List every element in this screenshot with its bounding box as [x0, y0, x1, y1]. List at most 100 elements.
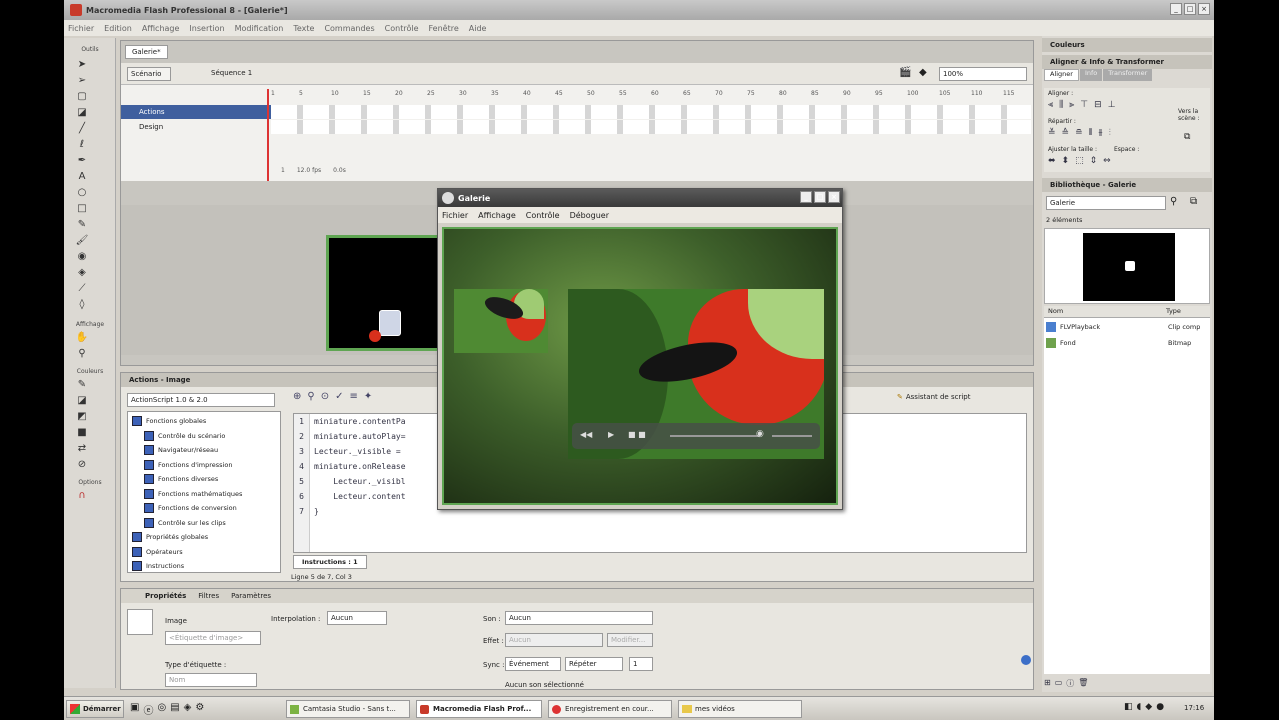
start-button[interactable]: Démarrer: [66, 700, 124, 718]
frames-row-actions[interactable]: [271, 105, 1031, 119]
space-horizontal-icon[interactable]: ⇔: [1103, 156, 1111, 166]
eraser-tool-icon[interactable]: ◊: [74, 297, 90, 313]
tray-volume-icon[interactable]: ◖: [1137, 702, 1142, 712]
find-icon[interactable]: ⚲: [307, 391, 314, 402]
debug-options-icon[interactable]: ✦: [364, 391, 372, 402]
tree-item[interactable]: Instructions: [132, 559, 276, 574]
default-colors-icon[interactable]: ◩: [74, 409, 90, 425]
distribute-left-icon[interactable]: ⫴: [1089, 128, 1093, 138]
menu-insertion[interactable]: Insertion: [189, 24, 224, 33]
frame-label-input[interactable]: <Étiquette d'image>: [165, 631, 261, 645]
match-width-icon[interactable]: ⬌: [1048, 156, 1056, 166]
actionscript-version-select[interactable]: ActionScript 1.0 & 2.0: [127, 393, 275, 407]
free-transform-tool-icon[interactable]: ▢: [74, 89, 90, 105]
scene-breadcrumb[interactable]: Séquence 1: [211, 69, 252, 77]
distribute-right-icon[interactable]: ⫶: [1109, 128, 1111, 138]
volume-slider[interactable]: [772, 435, 812, 437]
label-type-select[interactable]: Nom: [165, 673, 257, 687]
rewind-icon[interactable]: ◀◀: [580, 430, 592, 439]
eyedropper-tool-icon[interactable]: ⟋: [74, 281, 90, 297]
distribute-bottom-icon[interactable]: ≘: [1075, 128, 1083, 138]
menu-commandes[interactable]: Commandes: [324, 24, 374, 33]
auto-format-icon[interactable]: ≡: [350, 391, 358, 402]
help-icon[interactable]: [1021, 655, 1031, 665]
quicklaunch-explorer-icon[interactable]: ▤: [170, 702, 179, 717]
check-syntax-icon[interactable]: ✓: [335, 391, 343, 402]
align-bottom-icon[interactable]: ⊥: [1108, 100, 1116, 110]
target-path-icon[interactable]: ⊙: [321, 391, 329, 402]
align-vcenter-icon[interactable]: ⊟: [1094, 100, 1102, 110]
tab-filters[interactable]: Filtres: [198, 592, 219, 600]
player-close-button[interactable]: ×: [828, 191, 840, 203]
tab-parameters[interactable]: Paramètres: [231, 592, 271, 600]
layer-actions[interactable]: Actions: [121, 105, 271, 119]
tray-network-icon[interactable]: ◧: [1124, 702, 1133, 712]
task-camtasia[interactable]: Camtasia Studio - Sans t...: [286, 700, 410, 718]
zoom-tool-icon[interactable]: ⚲: [74, 346, 90, 362]
snap-magnet-icon[interactable]: ∩: [74, 488, 90, 504]
distribute-top-icon[interactable]: ≚: [1048, 128, 1056, 138]
to-stage-button-icon[interactable]: ⧉: [1184, 132, 1190, 142]
edit-scene-icon[interactable]: 🎬: [899, 67, 911, 78]
test-movie-window[interactable]: Galerie _ □ × Fichier Affichage Contrôle…: [437, 188, 843, 510]
tree-item[interactable]: Fonctions diverses: [132, 472, 276, 487]
maximize-button[interactable]: □: [1184, 3, 1196, 15]
align-right-icon[interactable]: ⫸: [1069, 100, 1074, 110]
align-hcenter-icon[interactable]: ⫼: [1059, 100, 1063, 110]
sound-select[interactable]: Aucun: [505, 611, 653, 625]
tray-security-icon[interactable]: ◆: [1145, 702, 1152, 712]
tree-item[interactable]: Fonctions de conversion: [132, 501, 276, 516]
align-left-icon[interactable]: ⫷: [1048, 100, 1053, 110]
new-symbol-icon[interactable]: ⊞: [1044, 678, 1051, 689]
colors-panel-header[interactable]: Couleurs: [1042, 38, 1212, 52]
frames-row-design[interactable]: [271, 120, 1031, 134]
tray-app-icon[interactable]: ●: [1156, 702, 1164, 712]
column-name[interactable]: Nom: [1048, 307, 1063, 315]
line-tool-icon[interactable]: ╱: [74, 121, 90, 137]
distribute-vcenter-icon[interactable]: ≙: [1062, 128, 1070, 138]
menu-modification[interactable]: Modification: [235, 24, 284, 33]
arrow-tool-icon[interactable]: ➤: [74, 57, 90, 73]
stroke-color-icon[interactable]: ✎: [74, 377, 90, 393]
tab-info[interactable]: Info: [1079, 69, 1103, 81]
script-assistant-button[interactable]: ✎ Assistant de script: [897, 393, 970, 401]
match-height-icon[interactable]: ⬍: [1062, 156, 1070, 166]
quicklaunch-media-icon[interactable]: ◎: [157, 702, 166, 717]
tree-item[interactable]: Fonctions mathématiques: [132, 487, 276, 502]
text-tool-icon[interactable]: A: [74, 169, 90, 185]
task-videos-folder[interactable]: mes vidéos: [678, 700, 802, 718]
player-menu-deboguer[interactable]: Déboguer: [570, 211, 609, 220]
video-player[interactable]: ◀◀ ▶ ■ ■ ◉: [568, 289, 824, 459]
paint-bucket-tool-icon[interactable]: ◈: [74, 265, 90, 281]
rectangle-tool-icon[interactable]: □: [74, 201, 90, 217]
swap-colors-icon[interactable]: ⇄: [74, 441, 90, 457]
menu-controle[interactable]: Contrôle: [385, 24, 419, 33]
menu-fenetre[interactable]: Fenêtre: [429, 24, 459, 33]
list-item[interactable]: FLVPlayback Clip comp: [1044, 320, 1210, 334]
zoom-select[interactable]: 100%: [939, 67, 1027, 81]
new-folder-icon[interactable]: ▭: [1055, 678, 1063, 689]
stop-icon[interactable]: ■ ■: [628, 430, 646, 439]
effect-select[interactable]: Aucun: [505, 633, 603, 647]
brush-tool-icon[interactable]: 🖌: [74, 233, 90, 249]
repeat-select[interactable]: Répéter: [565, 657, 623, 671]
menu-fichier[interactable]: Fichier: [68, 24, 94, 33]
menu-affichage[interactable]: Affichage: [142, 24, 180, 33]
space-vertical-icon[interactable]: ⇕: [1090, 156, 1098, 166]
distribute-hcenter-icon[interactable]: ⫵: [1098, 128, 1102, 138]
tab-properties[interactable]: Propriétés: [145, 592, 186, 600]
match-both-icon[interactable]: ⬚: [1075, 156, 1084, 166]
task-recording[interactable]: Enregistrement en cour...: [548, 700, 672, 718]
pencil-tool-icon[interactable]: ✎: [74, 217, 90, 233]
align-panel-header[interactable]: Aligner & Info & Transformer: [1042, 55, 1212, 69]
tree-item[interactable]: Contrôle sur les clips: [132, 516, 276, 531]
hand-tool-icon[interactable]: ✋: [74, 330, 90, 346]
tree-item[interactable]: Contrôle du scénario: [132, 429, 276, 444]
task-flash[interactable]: Macromedia Flash Prof...: [416, 700, 542, 718]
player-menu-affichage[interactable]: Affichage: [478, 211, 516, 220]
quicklaunch-app-icon[interactable]: ◈: [184, 702, 192, 717]
quicklaunch-desktop-icon[interactable]: ▣: [130, 702, 139, 717]
delete-icon[interactable]: 🗑: [1078, 678, 1088, 689]
menu-edition[interactable]: Edition: [104, 24, 132, 33]
sync-select[interactable]: Événement: [505, 657, 561, 671]
